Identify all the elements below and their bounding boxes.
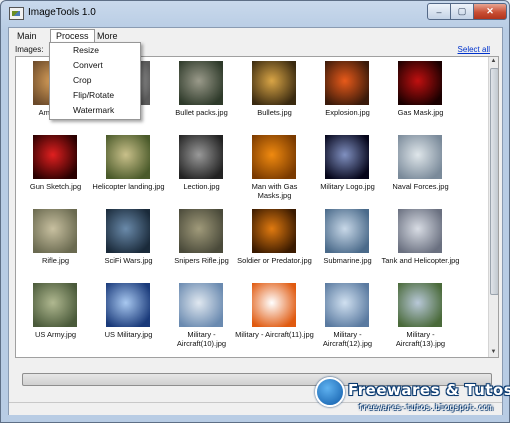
thumbnail-label: Man with Gas Masks.jpg <box>251 182 298 200</box>
images-label: Images: <box>15 45 44 54</box>
thumbnail-label: Gun Sketch.jpg <box>29 182 82 191</box>
thumbnail-image[interactable] <box>252 61 296 105</box>
app-window: ImageTools 1.0 – ▢ ✕ Main Process More I… <box>0 0 510 423</box>
thumbnail-image[interactable] <box>179 61 223 105</box>
title-bar[interactable]: ImageTools 1.0 – ▢ ✕ <box>1 1 509 27</box>
thumbnail-image[interactable] <box>33 135 77 179</box>
thumbnail-label: Explosion.jpg <box>325 108 370 117</box>
thumbnail-image[interactable] <box>325 61 369 105</box>
maximize-button[interactable]: ▢ <box>450 3 474 20</box>
thumbnail-image[interactable] <box>325 283 369 327</box>
thumbnail-image[interactable] <box>398 61 442 105</box>
thumbnail-label: Military Logo.jpg <box>320 182 375 191</box>
thumbnail-image[interactable] <box>252 357 296 358</box>
thumbnail-image[interactable] <box>33 283 77 327</box>
scroll-thumb[interactable] <box>490 68 498 295</box>
menu-main[interactable]: Main <box>12 30 42 43</box>
thumbnail-image[interactable] <box>106 209 150 253</box>
thumbnail-image[interactable] <box>106 283 150 327</box>
close-button[interactable]: ✕ <box>473 3 507 20</box>
thumbnail-image[interactable] <box>325 135 369 179</box>
thumbnail-label: Lection.jpg <box>183 182 220 191</box>
thumbnail-image[interactable] <box>398 135 442 179</box>
thumbnail-image[interactable] <box>252 209 296 253</box>
thumbnail-label: Snipers Rifle.jpg <box>174 256 229 265</box>
thumbnail-image[interactable] <box>179 357 223 358</box>
menu-item-crop[interactable]: Crop <box>73 75 91 85</box>
thumbnail-label: Helicopter landing.jpg <box>92 182 165 191</box>
thumbnail-image[interactable] <box>106 357 150 358</box>
scroll-down-arrow-icon[interactable]: ▼ <box>489 348 498 357</box>
thumbnail-image[interactable] <box>252 283 296 327</box>
thumbnail-image[interactable] <box>33 357 77 358</box>
thumbnail-label: Submarine.jpg <box>323 256 372 265</box>
thumbnail-image[interactable] <box>325 209 369 253</box>
thumbnail-label: Gas Mask.jpg <box>397 108 444 117</box>
menu-bar: Main Process More <box>9 28 502 43</box>
thumbnail-image[interactable] <box>179 209 223 253</box>
watermark-title: Freewares & Tutos <box>348 381 510 399</box>
thumbnail-image[interactable] <box>106 135 150 179</box>
site-watermark: Freewares & Tutos freewares-tutos.blogsp… <box>310 375 510 423</box>
thumbnail-label: US Military.jpg <box>104 330 153 339</box>
thumbnail-label: Military - Aircraft(13).jpg <box>395 330 446 348</box>
thumbnail-label: Bullet packs.jpg <box>175 108 228 117</box>
thumbnail-label: Military - Aircraft(12).jpg <box>322 330 373 348</box>
site-logo-icon <box>315 377 345 407</box>
thumbnail-image[interactable] <box>398 357 442 358</box>
menu-process[interactable]: Process <box>50 29 95 43</box>
thumbnail-label: Naval Forces.jpg <box>392 182 449 191</box>
thumbnail-label: Tank and Helicopter.jpg <box>381 256 460 265</box>
thumbnail-image[interactable] <box>325 357 369 358</box>
watermark-url: freewares-tutos.blogspot.com <box>358 403 493 412</box>
vertical-scrollbar[interactable]: ▲ ▼ <box>488 57 498 357</box>
thumbnail-image[interactable] <box>33 209 77 253</box>
process-dropdown-menu: Resize Convert Crop Flip/Rotate Watermar… <box>49 42 141 120</box>
thumbnail-image[interactable] <box>179 135 223 179</box>
thumbnail-image[interactable] <box>179 283 223 327</box>
menu-item-convert[interactable]: Convert <box>73 60 103 70</box>
thumbnail-image[interactable] <box>398 283 442 327</box>
thumbnail-label: SciFi Wars.jpg <box>104 256 153 265</box>
window-title: ImageTools 1.0 <box>28 7 96 18</box>
app-icon <box>9 7 24 20</box>
thumbnail-image[interactable] <box>252 135 296 179</box>
thumbnail-label: Military - Aircraft(10).jpg <box>176 330 227 348</box>
thumbnail-image[interactable] <box>398 209 442 253</box>
thumbnail-label: Rifle.jpg <box>41 256 70 265</box>
select-all-link[interactable]: Select all <box>458 45 490 54</box>
thumbnail-label: Bullets.jpg <box>257 108 292 117</box>
thumbnail-label: Soldier or Predator.jpg <box>237 256 312 265</box>
scroll-up-arrow-icon[interactable]: ▲ <box>489 57 498 66</box>
thumbnail-label: Military - Aircraft(11).jpg <box>235 330 314 339</box>
menu-item-resize[interactable]: Resize <box>73 45 99 55</box>
menu-item-watermark[interactable]: Watermark <box>73 105 114 115</box>
menu-item-flip-rotate[interactable]: Flip/Rotate <box>73 90 114 100</box>
minimize-button[interactable]: – <box>427 3 451 20</box>
thumbnail-label: US Army.jpg <box>34 330 77 339</box>
